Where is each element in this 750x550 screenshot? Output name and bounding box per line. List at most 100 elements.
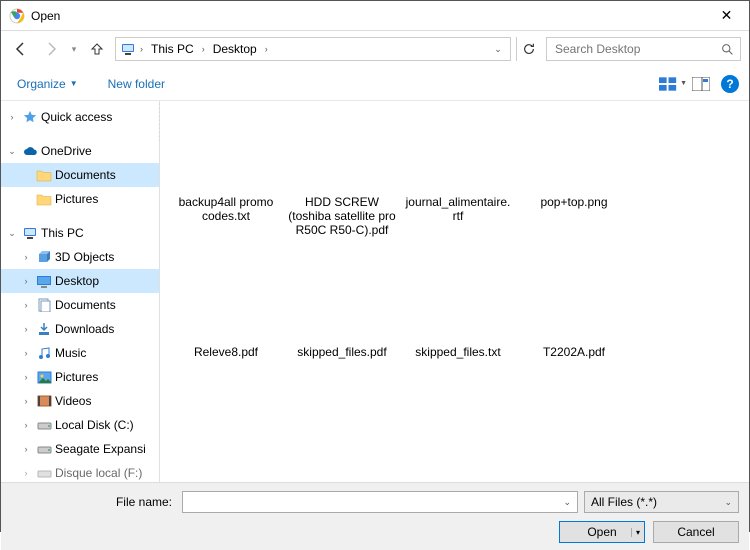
tree-label: Downloads bbox=[55, 322, 114, 336]
tree-onedrive-documents[interactable]: Documents bbox=[1, 163, 159, 187]
file-name: pop+top.png bbox=[536, 193, 611, 211]
titlebar: Open ✕ bbox=[1, 1, 749, 31]
search-icon bbox=[721, 43, 734, 56]
nav-tree: ›Quick access ⌄OneDrive Documents Pictur… bbox=[1, 101, 159, 482]
tree-label: Pictures bbox=[55, 370, 98, 384]
cloud-icon bbox=[21, 144, 39, 158]
tree-music[interactable]: ›Music bbox=[1, 341, 159, 365]
file-item[interactable]: skipped_files.pdf bbox=[284, 263, 400, 413]
tree-label: Desktop bbox=[55, 274, 99, 288]
filetype-filter[interactable]: All Files (*.*) ⌄ bbox=[584, 491, 739, 513]
refresh-button[interactable] bbox=[516, 37, 540, 61]
file-item[interactable]: HDD SCREW (toshiba satellite pro R50C R5… bbox=[284, 113, 400, 263]
breadcrumb-sep[interactable]: › bbox=[265, 44, 268, 54]
footer: File name: ⌄ All Files (*.*) ⌄ Open▾ Canc… bbox=[1, 482, 749, 550]
up-button[interactable] bbox=[85, 37, 109, 61]
tree-onedrive[interactable]: ⌄OneDrive bbox=[1, 139, 159, 163]
folder-icon bbox=[35, 193, 53, 206]
filename-input[interactable] bbox=[185, 494, 560, 510]
tree-label: This PC bbox=[41, 226, 84, 240]
open-button[interactable]: Open▾ bbox=[559, 521, 645, 543]
pc-icon bbox=[120, 41, 136, 57]
file-name: Releve8.pdf bbox=[190, 343, 262, 361]
tree-downloads[interactable]: ›Downloads bbox=[1, 317, 159, 341]
chrome-icon bbox=[9, 8, 25, 24]
tree-this-pc[interactable]: ⌄This PC bbox=[1, 221, 159, 245]
search-input[interactable] bbox=[553, 41, 715, 57]
pictures-icon bbox=[35, 371, 53, 384]
tree-label: OneDrive bbox=[41, 144, 92, 158]
filename-label: File name: bbox=[11, 495, 176, 509]
tree-label: Quick access bbox=[41, 110, 112, 124]
tree-seagate[interactable]: ›Seagate Expansi bbox=[1, 437, 159, 461]
file-name: skipped_files.txt bbox=[411, 343, 504, 361]
tree-pictures[interactable]: ›Pictures bbox=[1, 365, 159, 389]
command-bar: Organize▼ New folder ▼ ? bbox=[1, 67, 749, 101]
file-list[interactable]: backup4all promo codes.txt HDD SCREW (to… bbox=[160, 101, 749, 482]
splitter[interactable]: · ·· ·· ·· ·· · bbox=[159, 101, 160, 482]
breadcrumb-sep[interactable]: › bbox=[202, 44, 205, 54]
organize-menu[interactable]: Organize▼ bbox=[11, 73, 84, 95]
desktop-icon bbox=[35, 275, 53, 288]
forward-button[interactable] bbox=[39, 37, 63, 61]
tree-videos[interactable]: ›Videos bbox=[1, 389, 159, 413]
file-name: skipped_files.pdf bbox=[293, 343, 390, 361]
nav-row: ▾ › This PC › Desktop › ⌄ bbox=[1, 31, 749, 67]
help-button[interactable]: ? bbox=[721, 75, 739, 93]
address-history-dropdown[interactable]: ⌄ bbox=[490, 44, 506, 55]
file-item[interactable]: journal_alimentaire.rtf bbox=[400, 113, 516, 263]
back-button[interactable] bbox=[9, 37, 33, 61]
tree-disque-local[interactable]: ›Disque local (F:) bbox=[1, 461, 159, 482]
downloads-icon bbox=[35, 322, 53, 336]
filter-label: All Files (*.*) bbox=[591, 495, 657, 509]
tree-label: Music bbox=[55, 346, 86, 360]
new-folder-button[interactable]: New folder bbox=[102, 73, 171, 95]
tree-quick-access[interactable]: ›Quick access bbox=[1, 105, 159, 129]
close-button[interactable]: ✕ bbox=[704, 1, 749, 31]
music-icon bbox=[35, 346, 53, 360]
search-box[interactable] bbox=[546, 37, 741, 61]
window-title: Open bbox=[31, 9, 704, 23]
tree-label: Local Disk (C:) bbox=[55, 418, 134, 432]
chevron-down-icon: ⌄ bbox=[724, 497, 732, 508]
recent-dropdown[interactable]: ▾ bbox=[69, 44, 79, 55]
tree-local-disk-c[interactable]: ›Local Disk (C:) bbox=[1, 413, 159, 437]
file-name: T2202A.pdf bbox=[539, 343, 609, 361]
address-bar[interactable]: › This PC › Desktop › ⌄ bbox=[115, 37, 511, 61]
file-name: backup4all promo codes.txt bbox=[168, 193, 284, 225]
organize-label: Organize bbox=[17, 77, 66, 91]
open-split-dropdown[interactable]: ▾ bbox=[631, 528, 640, 537]
file-name: HDD SCREW (toshiba satellite pro R50C R5… bbox=[284, 193, 400, 239]
file-item[interactable]: backup4all promo codes.txt bbox=[168, 113, 284, 263]
preview-pane-button[interactable] bbox=[687, 73, 715, 95]
tree-label: Seagate Expansi bbox=[55, 442, 146, 456]
filename-combo[interactable]: ⌄ bbox=[182, 491, 578, 513]
drive-icon bbox=[35, 443, 53, 455]
breadcrumb-sep[interactable]: › bbox=[140, 44, 143, 54]
tree-documents[interactable]: ›Documents bbox=[1, 293, 159, 317]
tree-label: Videos bbox=[55, 394, 91, 408]
file-item[interactable]: Releve8.pdf bbox=[168, 263, 284, 413]
breadcrumb-thispc[interactable]: This PC bbox=[147, 40, 198, 58]
objects3d-icon bbox=[35, 250, 53, 264]
tree-desktop[interactable]: ›Desktop bbox=[1, 269, 159, 293]
tree-onedrive-pictures[interactable]: Pictures bbox=[1, 187, 159, 211]
view-mode-button[interactable]: ▼ bbox=[659, 73, 687, 95]
tree-label: 3D Objects bbox=[55, 250, 114, 264]
filename-dropdown[interactable]: ⌄ bbox=[560, 497, 575, 508]
cancel-button[interactable]: Cancel bbox=[653, 521, 739, 543]
file-item[interactable]: skipped_files.txt bbox=[400, 263, 516, 413]
documents-icon bbox=[35, 298, 53, 312]
pc-icon bbox=[21, 226, 39, 240]
file-item[interactable]: pop+top.png bbox=[516, 113, 632, 263]
file-name: journal_alimentaire.rtf bbox=[400, 193, 516, 225]
videos-icon bbox=[35, 395, 53, 407]
star-icon bbox=[21, 110, 39, 124]
file-item[interactable]: T2202A.pdf bbox=[516, 263, 632, 413]
tree-label: Documents bbox=[55, 168, 116, 182]
folder-icon bbox=[35, 169, 53, 182]
tree-3d-objects[interactable]: ›3D Objects bbox=[1, 245, 159, 269]
tree-label: Documents bbox=[55, 298, 116, 312]
tree-label: Disque local (F:) bbox=[55, 466, 142, 480]
breadcrumb-desktop[interactable]: Desktop bbox=[209, 40, 261, 58]
